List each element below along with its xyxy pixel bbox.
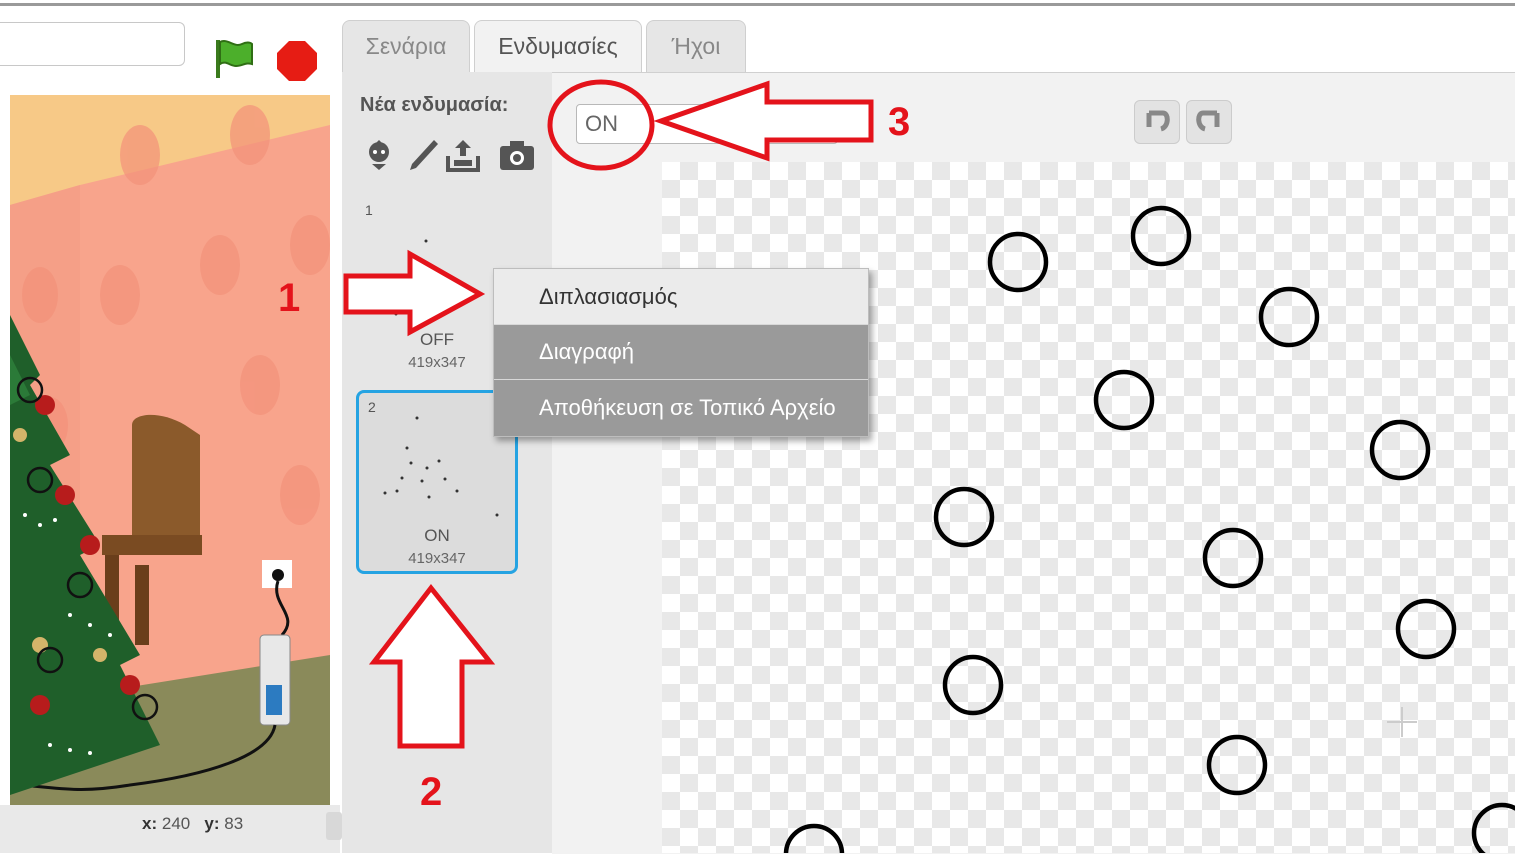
upload-icon[interactable] [444, 136, 482, 174]
top-border [0, 0, 1515, 6]
annotation-circle-and-arrow [547, 79, 874, 171]
annotation-arrow-up [368, 583, 496, 749]
x-label: x: [142, 814, 158, 833]
annotation-step-1: 1 [278, 276, 301, 320]
context-menu: Διπλασιασμός Διαγραφή Αποθήκευση σε Τοπι… [493, 268, 869, 437]
green-flag-icon[interactable] [212, 36, 256, 80]
project-title-input[interactable] [0, 22, 185, 66]
redo-button[interactable] [1186, 100, 1232, 144]
undo-button[interactable] [1134, 100, 1180, 144]
stage-canvas[interactable] [10, 95, 330, 805]
undo-icon [1146, 110, 1170, 132]
paint-canvas[interactable] [662, 162, 1515, 853]
y-label: y: [204, 814, 220, 833]
costume-size: 419x347 [408, 550, 466, 567]
camera-icon[interactable] [498, 136, 536, 174]
paint-brush-icon[interactable] [404, 136, 442, 174]
choose-from-library-icon[interactable] [360, 136, 398, 174]
menu-item-duplicate[interactable]: Διπλασιασμός [494, 269, 868, 324]
new-costume-label: Νέα ενδυμασία: [360, 94, 509, 116]
menu-item-delete[interactable]: Διαγραφή [494, 324, 868, 379]
tab-costumes[interactable]: Ενδυμασίες [474, 20, 642, 72]
y-value: 83 [224, 814, 244, 833]
menu-item-save-local[interactable]: Αποθήκευση σε Τοπικό Αρχείο [494, 379, 868, 436]
annotation-arrow-right [343, 249, 486, 337]
redo-icon [1196, 110, 1220, 132]
collapse-stage-button[interactable] [326, 812, 342, 840]
x-value: 240 [161, 814, 191, 833]
costume-thumbnail [383, 416, 499, 517]
annotation-step-3: 3 [888, 100, 911, 144]
mouse-coordinates: x: 240 y: 83 [142, 814, 243, 834]
tab-sounds[interactable]: Ήχοι [646, 20, 746, 72]
stop-icon[interactable] [276, 40, 318, 82]
costume-name: ON [424, 526, 450, 545]
annotation-step-2: 2 [420, 770, 443, 814]
tab-scripts[interactable]: Σενάρια [342, 20, 470, 72]
